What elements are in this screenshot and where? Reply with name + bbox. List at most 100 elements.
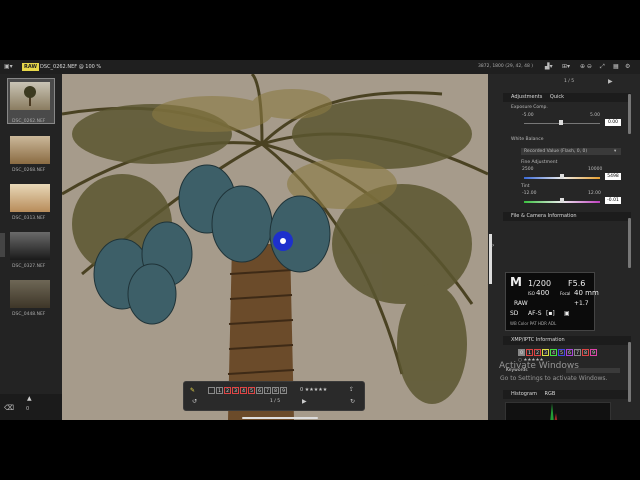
zoom-icon[interactable]: ⊕ ⊖ xyxy=(580,63,592,70)
thumbnail-4[interactable] xyxy=(10,232,50,260)
adjustments-header[interactable]: Adjustments Quick xyxy=(503,93,631,102)
label-1[interactable]: 1 xyxy=(216,387,223,394)
shooting-mode: M xyxy=(510,275,522,289)
delete-icon[interactable]: ⌫ xyxy=(4,404,14,412)
fit-icon[interactable]: ⤢ xyxy=(600,63,605,70)
histogram-title: Histogram xyxy=(511,391,537,397)
wb-label: White Balance xyxy=(511,137,544,142)
xmp-label-3[interactable]: 3 xyxy=(542,349,549,356)
fine-max: 10000 xyxy=(588,167,603,172)
xmp-label-0[interactable]: 0 xyxy=(518,349,525,356)
image-icon[interactable]: ▣▾ xyxy=(4,63,13,70)
exposure-max: 5.00 xyxy=(590,113,601,118)
adjustments-title: Adjustments xyxy=(511,94,543,100)
thumbnail-1[interactable] xyxy=(10,82,50,110)
xmp-label-5[interactable]: 5 xyxy=(558,349,565,356)
tint-min: -12.00 xyxy=(522,191,537,196)
label-8[interactable]: 8 xyxy=(272,387,279,394)
panel-page: 1 / 5 xyxy=(564,79,575,84)
chevron-right-icon[interactable]: › xyxy=(492,242,494,249)
panel-scrollbar[interactable] xyxy=(628,94,631,134)
thumbnail-5[interactable] xyxy=(10,280,50,308)
pen-icon[interactable]: ✎ xyxy=(190,387,195,394)
thumbnail-label: DSC_0313.NEF xyxy=(12,216,46,221)
label-2[interactable]: 2 xyxy=(224,387,231,394)
thumbnail-label: DSC_0448.NEF xyxy=(12,312,46,317)
panel-scrollbar-3[interactable] xyxy=(628,342,631,402)
histogram-header[interactable]: Histogram RGB xyxy=(503,390,631,399)
grid-icon[interactable]: ▦ xyxy=(613,63,619,70)
rotate-right-icon[interactable]: ↻ xyxy=(350,398,355,405)
label-7[interactable]: 7 xyxy=(264,387,271,394)
iso-label: ISO xyxy=(528,291,535,296)
thumbnail-label: DSC_0327.NEF xyxy=(12,264,46,269)
home-indicator xyxy=(242,417,318,419)
focal-value: 40 mm xyxy=(574,289,599,297)
exposure-thumb[interactable] xyxy=(559,120,563,125)
histogram-channel[interactable]: RGB xyxy=(545,391,556,397)
label-5[interactable]: 5 xyxy=(248,387,255,394)
thumbnail-3[interactable] xyxy=(10,184,50,212)
settings-icon[interactable]: ⚙ xyxy=(625,63,630,70)
xmp-label-8[interactable]: 8 xyxy=(582,349,589,356)
thumbnail-2[interactable] xyxy=(10,136,50,164)
label-6[interactable]: 6 xyxy=(256,387,263,394)
tint-value[interactable]: -0.01 xyxy=(605,197,621,204)
rating-stars[interactable]: 0 ★★★★★ xyxy=(300,387,327,393)
collapse-up-icon[interactable]: ▲ xyxy=(27,395,32,402)
xmp-label-1[interactable]: 1 xyxy=(526,349,533,356)
label-0-box[interactable] xyxy=(208,387,215,394)
selection-count: 0 xyxy=(26,406,30,412)
panel-scrollbar-2[interactable] xyxy=(628,218,631,268)
exposure-value[interactable]: 0.00 xyxy=(605,119,621,126)
file-title: DSC_0262.NEF @ 100 % xyxy=(40,64,102,70)
xmp-label-7[interactable]: 7 xyxy=(574,349,581,356)
compare-icon[interactable]: ⊞▾ xyxy=(562,63,570,70)
chevron-down-icon: ▾ xyxy=(614,149,617,154)
wb-select-value: Recorded Value (Flash, 0, 0) xyxy=(524,149,588,154)
wb-select[interactable]: Recorded Value (Flash, 0, 0) ▾ xyxy=(521,148,621,155)
histogram-toggle-icon[interactable]: ▟▾ xyxy=(545,63,553,70)
label-3[interactable]: 3 xyxy=(232,387,239,394)
label-4[interactable]: 4 xyxy=(240,387,247,394)
panel-next-icon[interactable]: ▶ xyxy=(608,78,613,85)
fine-thumb[interactable] xyxy=(560,174,564,179)
filmstrip-panel: DSC_0262.NEF DSC_0268.NEF DSC_0313.NEF D… xyxy=(0,74,63,420)
xmp-header[interactable]: XMP/IPTC Information xyxy=(503,336,631,345)
iso-value: 400 xyxy=(536,289,550,297)
thumbnail-label: DSC_0268.NEF xyxy=(12,168,46,173)
picture-control-icon: ▣ xyxy=(564,310,570,317)
xmp-label-9[interactable]: 9 xyxy=(590,349,597,356)
fine-min: 2500 xyxy=(522,167,534,172)
export-icon[interactable]: ⇪ xyxy=(349,386,354,393)
exposure-comp: +1.7 xyxy=(574,300,589,307)
pixel-readout: 3872, 1800 (29, 42, 48 ) xyxy=(478,64,534,69)
xmp-label-6[interactable]: 6 xyxy=(566,349,573,356)
metering-icon: [▪] xyxy=(546,310,555,317)
fine-value[interactable]: 5498 xyxy=(605,173,621,180)
viewer-control-bar: ✎ 1 2 3 4 5 6 7 8 9 0 ★★★★★ ⇪ ↺ 1 / 5 ▶ … xyxy=(183,381,365,411)
focal-label: Focal xyxy=(560,291,571,296)
next-icon[interactable]: ▶ xyxy=(302,398,307,405)
left-collapse-handle[interactable] xyxy=(0,233,5,257)
tint-thumb[interactable] xyxy=(560,198,564,203)
rotate-left-icon[interactable]: ↺ xyxy=(192,398,197,405)
raw-badge: RAW xyxy=(22,63,40,71)
file-info-header[interactable]: File & Camera Information xyxy=(503,212,631,221)
label-9[interactable]: 9 xyxy=(280,387,287,394)
xmp-label-2[interactable]: 2 xyxy=(534,349,541,356)
windows-watermark-title: Activate Windows xyxy=(499,361,579,371)
histogram-graph xyxy=(505,402,611,420)
xmp-label-4[interactable]: 4 xyxy=(550,349,557,356)
aperture: F5.6 xyxy=(568,279,586,288)
image-viewer[interactable] xyxy=(62,74,488,420)
adjust-mode[interactable]: Quick xyxy=(550,94,564,100)
letterbox-bottom xyxy=(0,420,640,480)
camera-info-box: M 1/200 F5.6 ISO 400 Focal 40 mm RAW +1.… xyxy=(505,272,599,331)
page-indicator: 1 / 5 xyxy=(270,399,281,404)
palm-photo xyxy=(62,74,488,420)
exposure-min: -5.00 xyxy=(522,113,534,118)
histogram-bars xyxy=(550,403,558,420)
fine-label: Fine Adjustment xyxy=(521,160,558,165)
windows-watermark-subtitle: Go to Settings to activate Windows. xyxy=(500,375,608,382)
